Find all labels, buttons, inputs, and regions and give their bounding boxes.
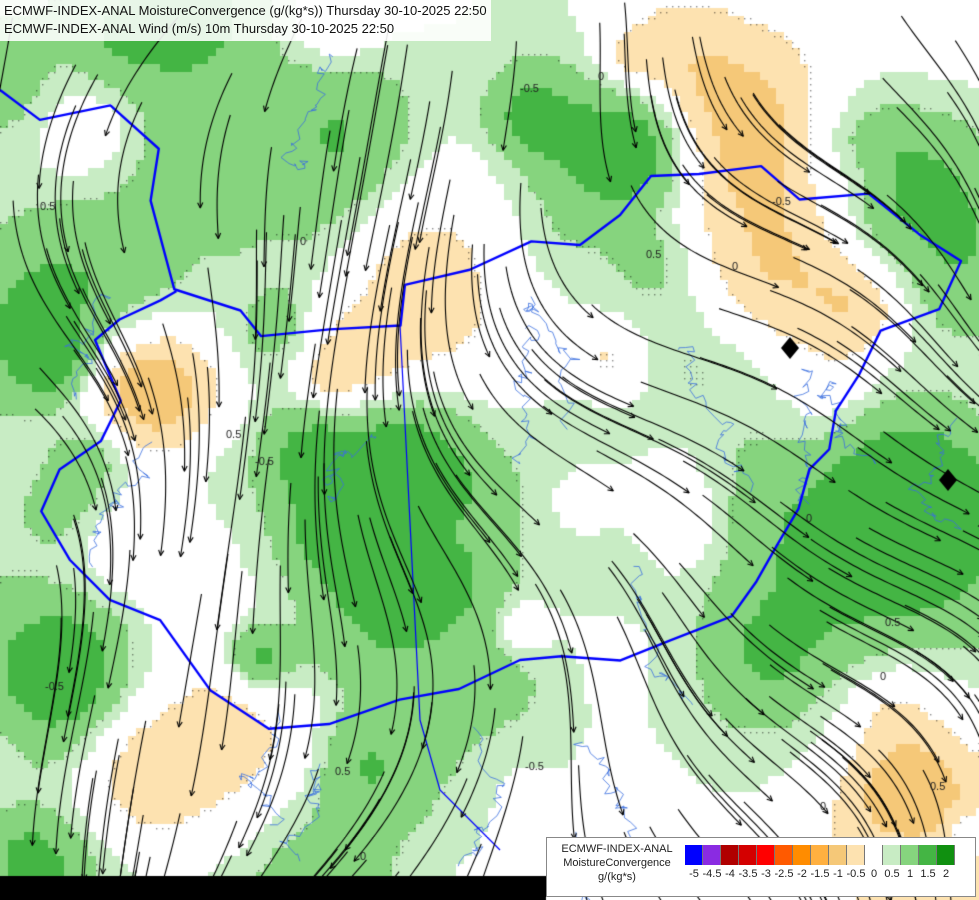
legend-tick-label: 0.5 — [884, 868, 900, 880]
legend-tick-label: 1 — [906, 868, 914, 880]
legend-label: ECMWF-INDEX-ANAL MoistureConvergence g/(… — [551, 842, 683, 884]
map-title: ECMWF-INDEX-ANAL MoistureConvergence (g/… — [0, 0, 491, 41]
legend-tick-label: 0 — [870, 868, 878, 880]
legend-tick-label: 2 — [942, 868, 950, 880]
legend-tick-label: -1 — [833, 868, 843, 880]
legend-tick-label: 1.5 — [920, 868, 936, 880]
title-line-moisture: ECMWF-INDEX-ANAL MoistureConvergence (g/… — [4, 3, 487, 18]
legend-swatch — [721, 845, 739, 865]
title-line-wind: ECMWF-INDEX-ANAL Wind (m/s) 10m Thursday… — [4, 21, 395, 36]
legend-source: ECMWF-INDEX-ANAL — [561, 843, 673, 855]
legend-tick-label: -2.5 — [774, 868, 794, 880]
legend-swatch — [703, 845, 721, 865]
legend-swatches — [685, 845, 955, 865]
legend-ticks: -5 -4.5 -4 -3.5 -3 -2.5 -2 -1.5 -1 -0.5 0 0.5 1 1.5 2 — [685, 868, 975, 884]
legend-tick-label: -2 — [797, 868, 807, 880]
legend-swatch — [811, 845, 829, 865]
legend-tick-label: -3.5 — [738, 868, 758, 880]
legend-swatch — [865, 845, 883, 865]
legend-swatch — [937, 845, 955, 865]
legend-swatch — [685, 845, 703, 865]
legend-parameter: MoistureConvergence — [563, 857, 671, 869]
legend-tick-label: -0.5 — [846, 868, 866, 880]
legend-swatch — [919, 845, 937, 865]
moisture-convergence-map — [0, 0, 979, 900]
legend-tick-label: -1.5 — [810, 868, 830, 880]
legend-swatch — [793, 845, 811, 865]
legend-swatch — [829, 845, 847, 865]
legend-unit: g/(kg*s) — [598, 871, 636, 883]
legend-swatch — [775, 845, 793, 865]
legend-tick-label: -4 — [725, 868, 735, 880]
legend-swatch — [847, 845, 865, 865]
legend-tick-label: -5 — [689, 868, 699, 880]
color-legend: ECMWF-INDEX-ANAL MoistureConvergence g/(… — [546, 837, 976, 897]
legend-swatch — [901, 845, 919, 865]
legend-swatch — [757, 845, 775, 865]
legend-swatch — [739, 845, 757, 865]
legend-swatch — [883, 845, 901, 865]
legend-tick-label: -3 — [761, 868, 771, 880]
legend-tick-label: -4.5 — [702, 868, 722, 880]
